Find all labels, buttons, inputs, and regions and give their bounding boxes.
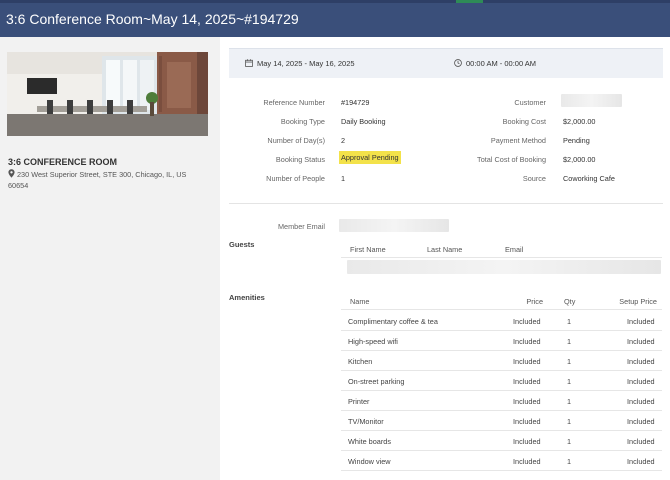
- room-name: 3:6 CONFERENCE ROOM: [8, 157, 118, 167]
- guests-header-rule: [341, 257, 662, 258]
- amenity-price: Included: [513, 457, 541, 466]
- amenity-name: High-speed wifi: [348, 337, 398, 346]
- label-number-of-people: Number of People: [266, 174, 325, 183]
- amenity-qty: 1: [567, 377, 572, 386]
- amenity-qty: 1: [567, 457, 572, 466]
- value-booking-cost: $2,000.00: [563, 117, 596, 126]
- amenity-row-rule: [341, 350, 662, 351]
- amenity-setup-price: Included: [627, 397, 655, 406]
- amenity-setup-price: Included: [627, 437, 655, 446]
- amenity-name: Complimentary coffee & tea: [348, 317, 438, 326]
- amenity-row-rule: [341, 330, 662, 331]
- value-number-of-days: 2: [341, 136, 346, 145]
- label-booking-status: Booking Status: [275, 155, 325, 164]
- label-booking-type: Booking Type: [280, 117, 325, 126]
- amenity-name: On-street parking: [348, 377, 405, 386]
- amenities-col-price: Price: [526, 297, 543, 306]
- amenity-setup-price: Included: [627, 317, 655, 326]
- clock-icon: [454, 59, 462, 67]
- amenity-name: White boards: [348, 437, 391, 446]
- amenity-qty: 1: [567, 397, 572, 406]
- amenity-setup-price: Included: [627, 357, 655, 366]
- value-booking-type: Daily Booking: [341, 117, 386, 126]
- page-header: 3:6 Conference Room~May 14, 2025~#194729: [0, 0, 670, 37]
- amenities-col-setup-price: Setup Price: [619, 297, 657, 306]
- amenities-header-rule: [341, 309, 662, 310]
- guests-col-email: Email: [505, 245, 524, 254]
- label-booking-cost: Booking Cost: [502, 117, 546, 126]
- amenity-qty: 1: [567, 437, 572, 446]
- booking-times: 00:00 AM - 00:00 AM: [466, 59, 537, 68]
- amenity-qty: 1: [567, 337, 572, 346]
- location-pin-icon: [8, 169, 15, 178]
- amenity-name: Printer: [348, 397, 370, 406]
- guests-col-last-name: Last Name: [427, 245, 463, 254]
- room-photo-image: [7, 52, 208, 136]
- member-email-redacted: [339, 219, 449, 232]
- amenity-price: Included: [513, 337, 541, 346]
- amenity-setup-price: Included: [627, 457, 655, 466]
- amenity-row-rule: [341, 370, 662, 371]
- value-number-of-people: 1: [341, 174, 346, 183]
- amenity-row-rule: [341, 450, 662, 451]
- guests-heading: Guests: [229, 240, 255, 249]
- label-total-cost: Total Cost of Booking: [477, 155, 546, 164]
- amenities-col-qty: Qty: [564, 297, 576, 306]
- amenities-heading: Amenities: [229, 293, 265, 302]
- amenity-setup-price: Included: [627, 417, 655, 426]
- address-text: 230 West Superior Street, STE 300, Chica…: [8, 170, 187, 190]
- label-payment-method: Payment Method: [490, 136, 546, 145]
- amenity-qty: 1: [567, 357, 572, 366]
- amenity-row-rule: [341, 470, 662, 471]
- page-title: 3:6 Conference Room~May 14, 2025~#194729: [6, 11, 299, 27]
- amenity-price: Included: [513, 437, 541, 446]
- amenity-qty: 1: [567, 317, 572, 326]
- status-badge: Approval Pending: [339, 151, 401, 164]
- label-customer: Customer: [514, 98, 546, 107]
- amenity-row-rule: [341, 430, 662, 431]
- status-badge-text: Approval Pending: [339, 151, 401, 164]
- amenity-setup-price: Included: [627, 337, 655, 346]
- section-divider: [229, 203, 663, 204]
- guest-row-redacted: [347, 260, 661, 274]
- room-photo[interactable]: [7, 52, 208, 136]
- amenity-price: Included: [513, 317, 541, 326]
- amenity-name: Window view: [348, 457, 391, 466]
- label-member-email: Member Email: [277, 222, 325, 231]
- amenities-col-name: Name: [350, 297, 370, 306]
- value-total-cost: $2,000.00: [563, 155, 596, 164]
- amenity-qty: 1: [567, 417, 572, 426]
- value-payment-method: Pending: [563, 136, 590, 145]
- label-source: Source: [522, 174, 546, 183]
- sidebar: 3:6 CONFERENCE ROOM 230 West Superior St…: [0, 37, 220, 480]
- amenity-row-rule: [341, 390, 662, 391]
- amenity-setup-price: Included: [627, 377, 655, 386]
- amenity-price: Included: [513, 377, 541, 386]
- label-reference-number: Reference Number: [263, 98, 325, 107]
- amenity-price: Included: [513, 357, 541, 366]
- room-address: 230 West Superior Street, STE 300, Chica…: [8, 169, 208, 191]
- calendar-icon: [245, 59, 253, 67]
- customer-value-redacted: [561, 94, 622, 107]
- amenity-row-rule: [341, 410, 662, 411]
- label-number-of-days: Number of Day(s): [267, 136, 325, 145]
- booking-dates: May 14, 2025 - May 16, 2025: [257, 59, 355, 68]
- guests-col-first-name: First Name: [350, 245, 386, 254]
- header-accent: [456, 0, 483, 3]
- amenity-name: Kitchen: [348, 357, 373, 366]
- value-source: Coworking Cafe: [563, 174, 615, 183]
- date-time-bar: May 14, 2025 - May 16, 2025 00:00 AM - 0…: [229, 48, 663, 78]
- value-reference-number: #194729: [341, 98, 370, 107]
- amenity-price: Included: [513, 397, 541, 406]
- amenity-name: TV/Monitor: [348, 417, 384, 426]
- amenity-price: Included: [513, 417, 541, 426]
